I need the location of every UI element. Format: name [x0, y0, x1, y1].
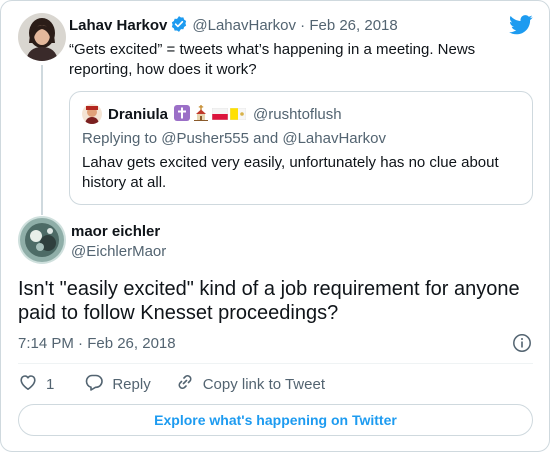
info-icon[interactable]: [512, 333, 532, 358]
main-tweet-text: Isn't "easily excited" kind of a job req…: [18, 278, 520, 324]
quoted-replying-to: Replying to @Pusher555 and @LahavHarkov: [82, 130, 386, 147]
parent-avatar[interactable]: [18, 13, 66, 61]
quoted-tweet-card[interactable]: Draniula @rushtoflush Replying to @Pushe…: [69, 91, 533, 205]
parent-tweet-text: “Gets excited” = tweets what’s happening…: [69, 41, 476, 78]
link-icon[interactable]: [175, 372, 203, 396]
name-emojis: [174, 104, 247, 124]
quoted-avatar: [82, 104, 102, 124]
embedded-tweet-card: Lahav Harkov @LahavHarkov · Feb 26, 2018 …: [0, 0, 550, 452]
main-author-avatar[interactable]: [18, 216, 66, 264]
copy-link-action[interactable]: Copy link to Tweet: [175, 372, 325, 396]
quoted-author-handle: @rushtoflush: [253, 105, 342, 123]
reply-action[interactable]: Reply: [84, 372, 151, 396]
verified-badge-icon: [170, 15, 188, 37]
parent-author-name[interactable]: Lahav Harkov: [69, 17, 167, 34]
quoted-tweet-text: Lahav gets excited very easily, unfortun…: [82, 154, 499, 191]
church-emoji-icon: [193, 104, 209, 124]
thread-connector-line: [41, 65, 43, 215]
main-author-name[interactable]: maor eichler: [71, 223, 160, 240]
main-author-handle[interactable]: @EichlerMaor: [71, 243, 166, 260]
twitter-logo-icon[interactable]: [509, 15, 533, 40]
reply-icon[interactable]: [84, 372, 112, 396]
action-bar: 1 Reply Copy link to Tweet: [18, 374, 325, 394]
vatican-flag-icon: [229, 107, 247, 122]
parent-tweet-header: Lahav Harkov @LahavHarkov · Feb 26, 2018: [69, 15, 398, 37]
cross-emoji-icon: [174, 104, 191, 124]
copy-link-label[interactable]: Copy link to Tweet: [203, 376, 325, 393]
tweet-timestamp[interactable]: 7:14 PM · Feb 26, 2018: [18, 335, 176, 352]
quoted-author-name: Draniula: [108, 105, 169, 123]
reply-label[interactable]: Reply: [112, 376, 150, 393]
heart-icon[interactable]: [18, 372, 46, 396]
divider: [18, 363, 533, 364]
like-action[interactable]: 1: [18, 372, 54, 396]
explore-twitter-button[interactable]: Explore what's happening on Twitter: [18, 404, 533, 436]
quoted-tweet-header: Draniula @rushtoflush: [82, 104, 342, 124]
like-count[interactable]: 1: [46, 376, 54, 393]
poland-flag-icon: [211, 107, 229, 122]
parent-handle-date[interactable]: @LahavHarkov · Feb 26, 2018: [192, 17, 397, 34]
